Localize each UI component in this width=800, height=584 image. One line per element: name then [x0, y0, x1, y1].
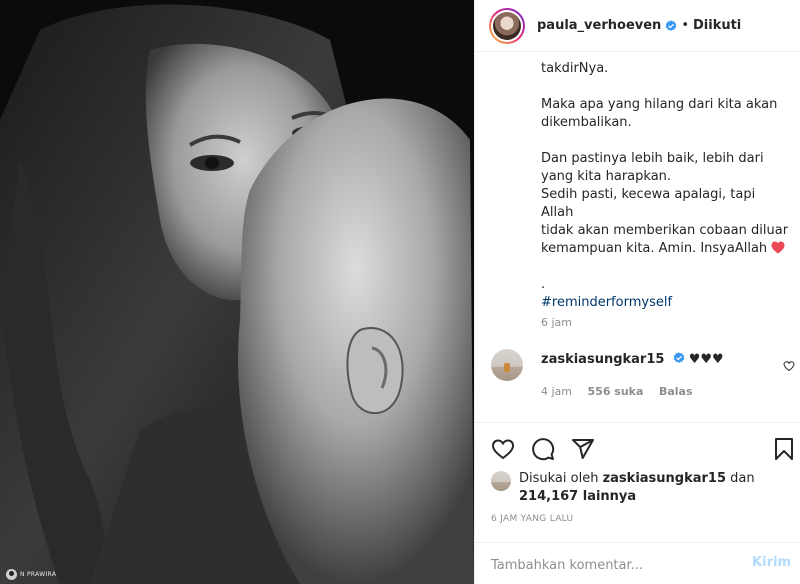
commenter-username[interactable]: zaskiasungkar15: [541, 352, 664, 367]
comment-body: ♥♥♥: [688, 352, 724, 367]
comment-text: zaskiasungkar15 ♥♥♥: [541, 352, 724, 367]
hashtag-link[interactable]: #reminderformyself: [541, 295, 672, 310]
caption-line: yang kita harapkan.: [541, 169, 672, 184]
comment-meta: 4 jam 556 suka Balas: [541, 385, 705, 398]
caption-line-last: kemampuan kita. Amin. InsyaAllah: [541, 240, 791, 258]
caption-line: Dan pastinya lebih baik, lebih dari: [541, 151, 764, 166]
caption-line: Maka apa yang hilang dari kita akan: [541, 97, 778, 112]
caption-line: dikembalikan.: [541, 115, 632, 130]
comment-input[interactable]: [491, 555, 741, 575]
caption-line: takdirNya.: [541, 61, 609, 76]
caption-line: Sedih pasti, kecewa apalagi, tapi Allah: [541, 187, 756, 220]
likes-count[interactable]: 214,167 lainnya: [519, 489, 636, 504]
post-actions: [475, 422, 800, 476]
likes-prefix: Disukai oleh: [519, 471, 599, 486]
photo-watermark: N PRAWIRA: [6, 569, 56, 580]
comment-likes[interactable]: 556 suka: [588, 385, 644, 398]
caption-timestamp: 6 jam: [541, 316, 573, 329]
comment-heart-icon[interactable]: [783, 360, 795, 372]
post-header: paula_verhoeven • Diikuti: [475, 0, 800, 52]
caption-line: tidak akan memberikan cobaan diluar: [541, 223, 789, 238]
comment-icon[interactable]: [531, 437, 555, 461]
share-icon[interactable]: [571, 437, 595, 461]
liker-avatar[interactable]: [491, 471, 511, 491]
likes-and: dan: [730, 471, 755, 486]
verified-icon: [673, 352, 684, 363]
post-caption: takdirNya. Maka apa yang hilang dari kit…: [541, 60, 791, 312]
red-heart-emoji-icon: [771, 241, 785, 254]
post-details-panel: paula_verhoeven • Diikuti takdirNya. Mak…: [474, 0, 800, 584]
author-username[interactable]: paula_verhoeven: [537, 18, 661, 33]
commenter-avatar[interactable]: [491, 349, 523, 381]
caption-line: kemampuan kita. Amin. InsyaAllah: [541, 241, 768, 256]
watermark-text: N PRAWIRA: [20, 571, 57, 578]
watermark-icon: [6, 569, 17, 580]
caption-dot: .: [541, 277, 546, 292]
post-photo[interactable]: N PRAWIRA: [0, 0, 474, 584]
post-timestamp[interactable]: 6 JAM YANG LALU: [491, 514, 573, 524]
comment-reply-button[interactable]: Balas: [659, 385, 693, 398]
follow-status-button[interactable]: Diikuti: [693, 18, 741, 33]
comment-time: 4 jam: [541, 385, 573, 398]
add-comment-bar: Kirim: [475, 542, 800, 584]
photo-image: [0, 0, 474, 584]
bookmark-icon[interactable]: [772, 437, 796, 461]
heart-icon[interactable]: [491, 437, 515, 461]
post-comment-button[interactable]: Kirim: [752, 555, 791, 570]
author-avatar[interactable]: [489, 7, 525, 44]
verified-icon: [666, 19, 677, 31]
header-separator: •: [681, 18, 689, 33]
liker-username[interactable]: zaskiasungkar15: [603, 471, 726, 486]
